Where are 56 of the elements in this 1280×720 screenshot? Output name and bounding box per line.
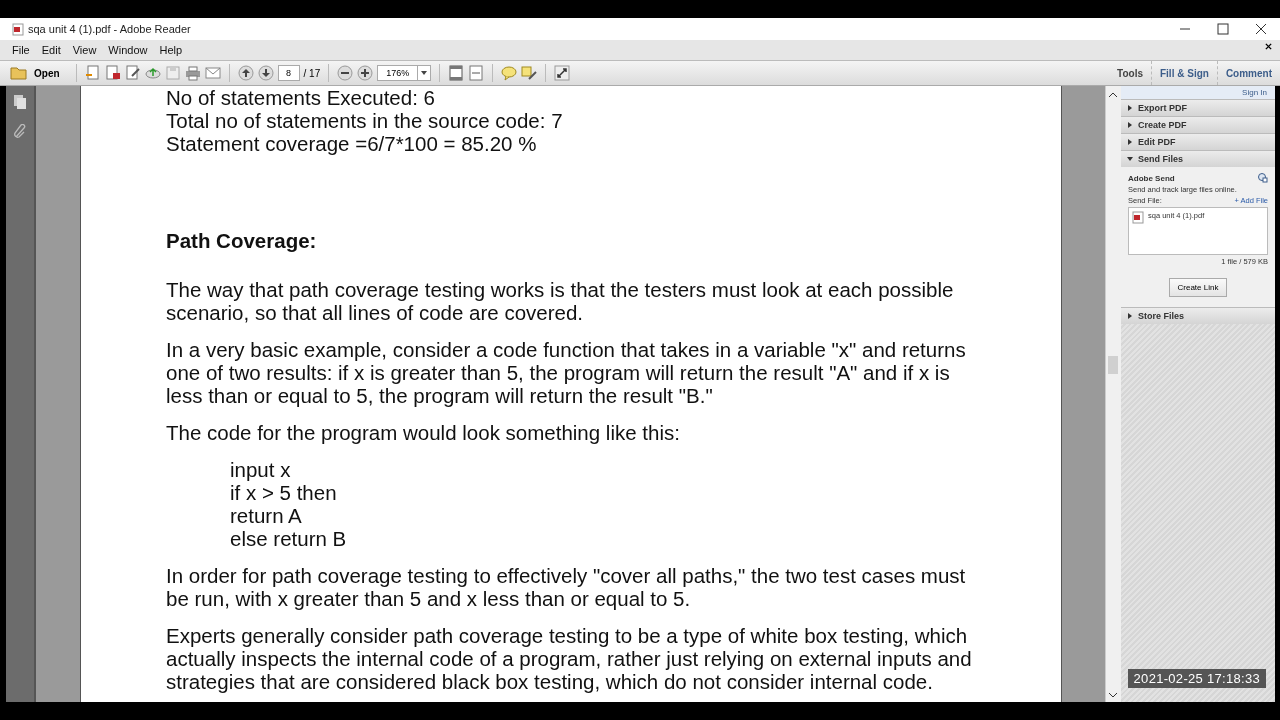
- page-number-field[interactable]: 8: [277, 65, 300, 81]
- menu-item[interactable]: Help: [153, 44, 189, 56]
- code-line: return A: [230, 504, 303, 527]
- code-line: input x: [230, 458, 292, 481]
- paragraph: The code for the program would look something like this:: [166, 421, 681, 444]
- panel-section-header[interactable]: Export PDF: [1121, 99, 1275, 116]
- panel-section-header[interactable]: Create PDF: [1121, 116, 1275, 133]
- timestamp: 2021-02-25 17:18:33: [1127, 669, 1266, 688]
- code-line: else return B: [230, 527, 348, 550]
- pages-icon[interactable]: [13, 94, 27, 110]
- paragraph: Experts generally consider path coverage testing to be a type of white box testing, which actually inspects the internal code of a program, rather just relying on external inputs and strategies that are considered black box testing, which do not consider internal code.: [166, 624, 973, 693]
- copy-icon[interactable]: [1258, 173, 1268, 183]
- toolbar-tab[interactable]: Comment: [1216, 61, 1280, 85]
- scroll-down-icon[interactable]: [1109, 693, 1117, 698]
- panel-section-header[interactable]: Store Files: [1121, 307, 1275, 324]
- paragraph: The way that path coverage testing works is that the testers must look at each possible scenario, so that all lines of code are covered.: [166, 278, 955, 324]
- toolbar-tab[interactable]: Fill & Sign: [1151, 61, 1217, 85]
- zoom-out-icon[interactable]: [337, 65, 354, 81]
- caret-icon: [421, 71, 428, 75]
- panel-title: Adobe Send: [1128, 173, 1175, 183]
- fit-page-icon[interactable]: [448, 65, 465, 81]
- pdf-create-icon[interactable]: [104, 65, 121, 81]
- paragraph: In a very basic example, consider a code function that takes in a variable "x" and returns one of two results: if x is greater than 5, the program will return the result "A" and if x is less than or equal to 5, the program will return the result "B.": [166, 338, 967, 407]
- panel-section-header[interactable]: Edit PDF: [1121, 133, 1275, 150]
- panel-section-header[interactable]: Send Files: [1121, 150, 1275, 167]
- zoom-dropdown[interactable]: 176%: [377, 65, 432, 81]
- print-icon[interactable]: [184, 65, 201, 81]
- section-heading: Path Coverage:: [166, 229, 318, 252]
- close-icon[interactable]: [1265, 43, 1272, 50]
- menu-item[interactable]: View: [66, 44, 103, 56]
- pdf-file-icon: [1132, 211, 1144, 224]
- create-link-button[interactable]: Create Link: [1168, 278, 1228, 297]
- text-line: Statement coverage =6/7*100 = 85.20 %: [166, 132, 538, 155]
- pdf-file-icon: [12, 22, 24, 36]
- edit-document-icon[interactable]: [124, 65, 141, 81]
- cloud-upload-icon[interactable]: [144, 65, 161, 81]
- code-line: if x > 5 then: [230, 481, 338, 504]
- window-title: sqa unit 4 (1).pdf - Adobe Reader: [28, 23, 192, 35]
- mail-icon[interactable]: [204, 65, 221, 81]
- zoom-in-icon[interactable]: [357, 65, 374, 81]
- scrollbar-thumb[interactable]: [1108, 356, 1118, 374]
- sign-in-link[interactable]: Sign In: [1121, 86, 1275, 99]
- text-line: Total no of statements in the source code: 7: [166, 109, 564, 132]
- scroll-up-icon[interactable]: [1109, 92, 1117, 97]
- menu-item[interactable]: File: [6, 44, 36, 56]
- toolbar-tab[interactable]: Tools: [1109, 61, 1151, 85]
- paragraph: In order for path coverage testing to effectively "cover all paths," the two test cases must be run, with x greater than 5 and x less than or equal to 5.: [166, 564, 967, 610]
- text-line: No of statements Executed: 6: [166, 86, 436, 109]
- menu-item[interactable]: Window: [102, 44, 154, 56]
- open-button[interactable]: Open: [10, 66, 68, 80]
- paperclip-icon[interactable]: [13, 124, 27, 140]
- page-count: / 17: [303, 67, 321, 79]
- menu-item[interactable]: Edit: [35, 44, 67, 56]
- expand-arrows-icon[interactable]: [554, 65, 571, 81]
- highlight-text-icon[interactable]: [521, 65, 538, 81]
- folder-icon: [10, 66, 28, 80]
